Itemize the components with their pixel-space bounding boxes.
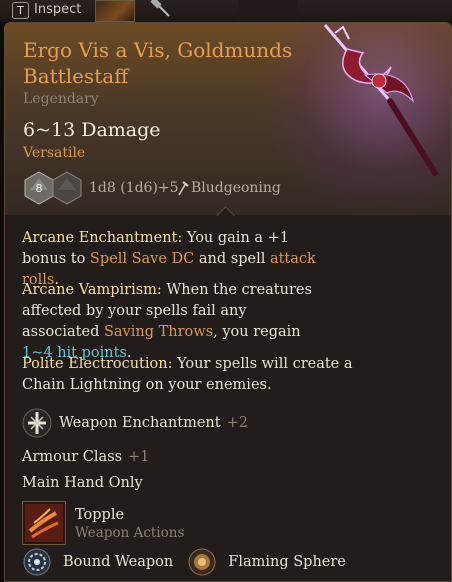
bound-weapon-icon[interactable]: [22, 547, 52, 577]
spells-row: Bound Weapon Flaming Sphere: [22, 547, 346, 577]
inspect-label[interactable]: Inspect: [34, 2, 81, 17]
armour-class-row: Armour Class +1: [22, 449, 149, 465]
weapon-property-versatile[interactable]: Versatile: [23, 145, 85, 161]
armour-class-label: Armour Class: [22, 449, 123, 465]
item-damage: 6~13 Damage: [23, 119, 161, 141]
ability-arcane-vampirism: Arcane Vampirism: When the creatures aff…: [22, 282, 312, 361]
ability-polite-electrocution: Polite Electrocution: Your spells will c…: [22, 356, 353, 393]
saving-throws-link[interactable]: Saving Throws: [104, 324, 213, 340]
hotbar-slot[interactable]: [238, 0, 298, 20]
damage-dice-text: 1d8 (1d6)+5: [89, 180, 179, 196]
flaming-sphere-icon[interactable]: [187, 547, 217, 577]
damage-dice-icon: 8: [24, 171, 82, 205]
bound-weapon-label[interactable]: Bound Weapon: [63, 554, 173, 570]
weapon-enchantment-label: Weapon Enchantment: [59, 415, 221, 431]
item-rarity: Legendary: [23, 91, 99, 107]
damage-type: Bludgeoning: [191, 180, 281, 196]
topple-label: Topple: [75, 507, 125, 523]
topple-icon: [22, 501, 66, 545]
weapon-enchantment-icon: [22, 408, 52, 438]
flaming-sphere-label[interactable]: Flaming Sphere: [228, 554, 346, 570]
item-title: Ergo Vis a Vis, Goldmunds Battlestaff: [23, 38, 293, 88]
weapon-actions-label: Weapon Actions: [75, 525, 185, 541]
bludgeoning-icon: [178, 181, 189, 196]
hotbar-slot-book-icon[interactable]: [95, 0, 135, 22]
armour-class-value: +1: [128, 449, 150, 465]
svg-text:8: 8: [36, 182, 43, 195]
hotbar-slot-hammer-icon[interactable]: [147, 0, 185, 20]
spell-save-dc-link[interactable]: Spell Save DC: [90, 251, 194, 267]
weapon-enchantment-value: +2: [226, 415, 248, 431]
item-tooltip: Ergo Vis a Vis, Goldmunds Battlestaff Le…: [4, 22, 452, 582]
top-hotbar: T Inspect: [0, 0, 452, 22]
weapon-enchantment-row: Weapon Enchantment +2: [22, 408, 248, 438]
main-hand-only: Main Hand Only: [22, 475, 143, 491]
inspect-key-hint: T: [12, 2, 29, 19]
weapon-action-topple[interactable]: Topple Weapon Actions: [22, 501, 184, 545]
